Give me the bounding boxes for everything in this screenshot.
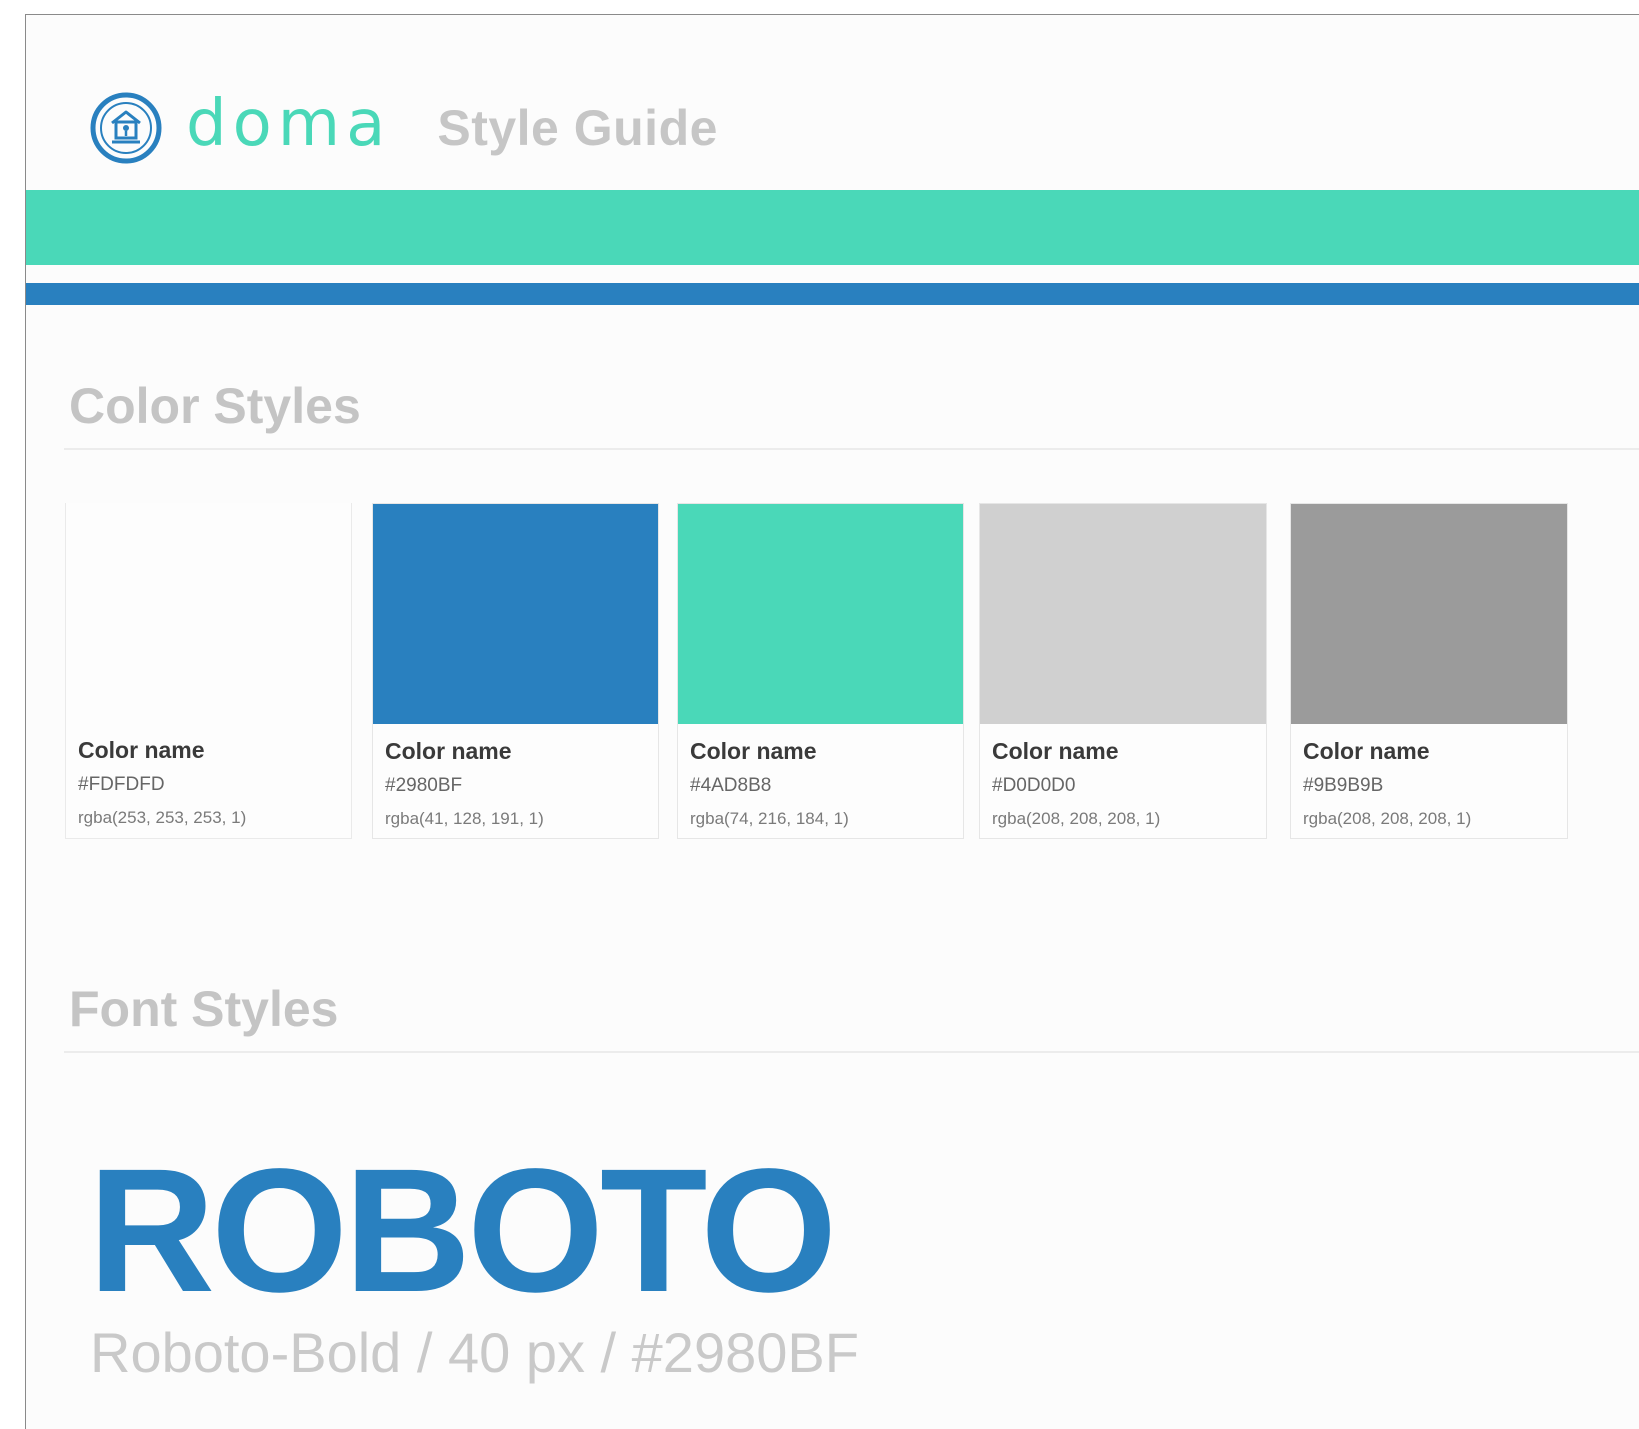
color-swatch: Color name #9B9B9B rgba(208, 208, 208, 1… (1290, 503, 1568, 839)
font-spec-text: Roboto-Bold / 40 px / #2980BF (90, 1321, 859, 1384)
font-sample-text: ROBOTO (88, 1133, 837, 1329)
page-title: Style Guide (437, 100, 718, 156)
color-styles-divider (64, 448, 1639, 450)
swatch-hex: #4AD8B8 (690, 775, 772, 796)
swatch-name: Color name (78, 737, 205, 763)
color-styles-heading: Color Styles (69, 378, 361, 434)
swatch-color-block (66, 503, 351, 723)
swatch-rgba: rgba(253, 253, 253, 1) (78, 808, 247, 827)
swatch-name: Color name (1303, 738, 1430, 764)
swatch-info: Color name #9B9B9B rgba(208, 208, 208, 1… (1291, 724, 1567, 829)
blue-banner (26, 283, 1639, 305)
style-guide-frame: doma Style Guide Color Styles Color name… (25, 14, 1639, 1429)
swatch-info: Color name #FDFDFD rgba(253, 253, 253, 1… (66, 723, 351, 828)
swatch-name: Color name (992, 738, 1119, 764)
swatch-rgba: rgba(208, 208, 208, 1) (992, 809, 1161, 828)
swatch-info: Color name #D0D0D0 rgba(208, 208, 208, 1… (980, 724, 1266, 829)
color-swatch: Color name #D0D0D0 rgba(208, 208, 208, 1… (979, 503, 1267, 839)
teal-banner (26, 190, 1639, 265)
swatch-hex: #2980BF (385, 775, 463, 796)
swatch-color-block (373, 504, 658, 724)
swatch-info: Color name #2980BF rgba(41, 128, 191, 1) (373, 724, 658, 829)
swatch-rgba: rgba(41, 128, 191, 1) (385, 809, 544, 828)
color-swatch: Color name #2980BF rgba(41, 128, 191, 1) (372, 503, 659, 839)
header: doma Style Guide (88, 73, 718, 183)
swatch-hex: #FDFDFD (78, 774, 165, 795)
swatch-info: Color name #4AD8B8 rgba(74, 216, 184, 1) (678, 724, 963, 829)
swatch-name: Color name (690, 738, 817, 764)
swatch-rgba: rgba(208, 208, 208, 1) (1303, 809, 1472, 828)
color-swatch: Color name #4AD8B8 rgba(74, 216, 184, 1) (677, 503, 964, 839)
swatch-hex: #D0D0D0 (992, 775, 1076, 796)
logo-wordmark: doma (186, 87, 392, 161)
swatch-hex: #9B9B9B (1303, 775, 1384, 796)
font-styles-heading: Font Styles (69, 981, 339, 1037)
swatch-name: Color name (385, 738, 512, 764)
swatch-rgba: rgba(74, 216, 184, 1) (690, 809, 849, 828)
font-styles-divider (64, 1051, 1639, 1053)
house-in-circle-icon (90, 92, 162, 164)
color-swatch: Color name #FDFDFD rgba(253, 253, 253, 1… (65, 503, 352, 839)
swatch-color-block (1291, 504, 1567, 724)
swatch-color-block (980, 504, 1266, 724)
swatch-color-block (678, 504, 963, 724)
